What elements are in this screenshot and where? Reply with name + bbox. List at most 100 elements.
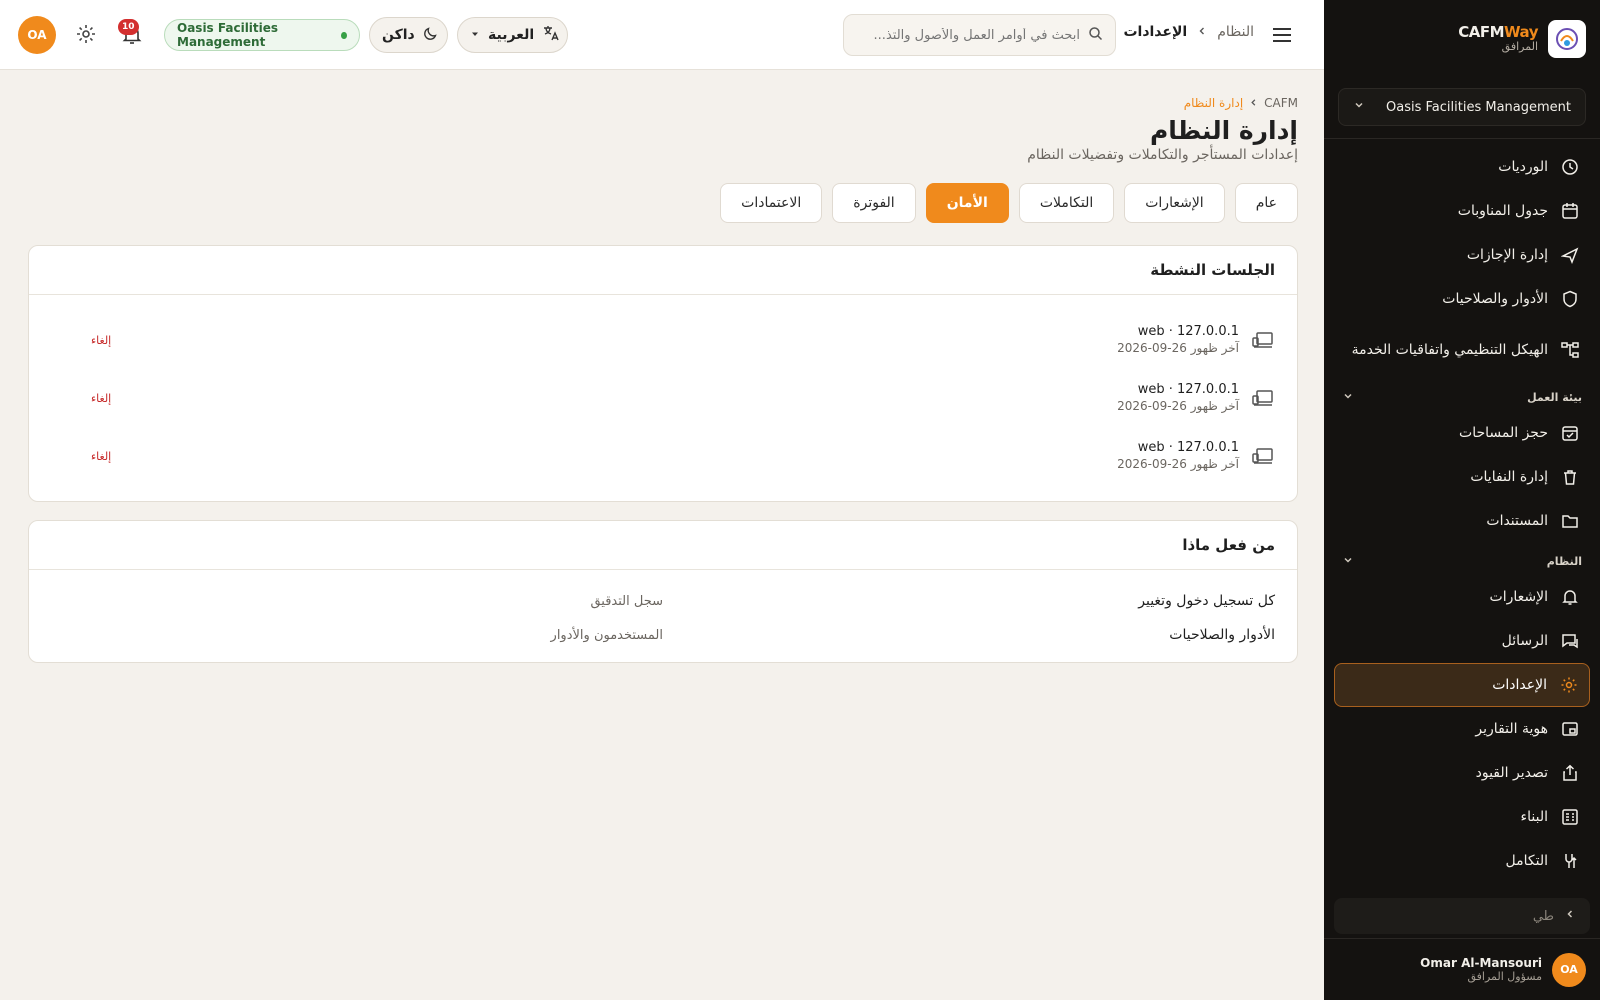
- gear-icon: [1559, 675, 1579, 695]
- breadcrumb-root[interactable]: CAFM: [1264, 96, 1298, 110]
- clock-icon: [1560, 157, 1580, 177]
- chevron-left-icon: [1197, 24, 1207, 40]
- tab-billing[interactable]: الفوترة: [832, 183, 916, 223]
- session-ip: web · 127.0.0.1: [1137, 324, 1239, 340]
- tab-integrations[interactable]: التكاملات: [1018, 183, 1115, 223]
- sidebar-item-label: تصدير القيود: [1475, 764, 1548, 781]
- devices-icon: [1251, 444, 1275, 468]
- org-status-badge[interactable]: Oasis Facilities Management: [164, 19, 360, 51]
- brand[interactable]: CAFMWay المرافق: [1324, 0, 1600, 78]
- sidebar-item-rota[interactable]: جدول المناوبات: [1334, 189, 1590, 233]
- session-last-seen: آخر ظهور 26-09-2026: [1117, 398, 1239, 413]
- brand-logo-icon: [1548, 20, 1586, 58]
- sidebar-item-label: الورديات: [1498, 158, 1548, 175]
- status-dot-icon: [341, 31, 347, 39]
- sidebar-item-messages[interactable]: الرسائل: [1334, 619, 1590, 663]
- build-icon: [1560, 807, 1580, 827]
- audit-item: كل تسجيل دخول وتغيير: [1138, 593, 1275, 609]
- sidebar-item-report-branding[interactable]: هوية التقارير: [1334, 707, 1590, 751]
- active-sessions-card: الجلسات النشطة web · 127.0.0.1 آخر ظهور …: [28, 245, 1298, 502]
- theme-label: داكن: [382, 27, 415, 43]
- breadcrumb: النظام الإعدادات: [1123, 24, 1254, 40]
- settings-gear-icon[interactable]: [75, 23, 99, 47]
- chevron-left-icon: [1249, 96, 1258, 110]
- sidebar-item-documents[interactable]: المستندات: [1334, 499, 1590, 543]
- sidebar-item-integration[interactable]: التكامل: [1334, 839, 1590, 883]
- group-label: النظام: [1546, 554, 1582, 568]
- menu-icon[interactable]: [1270, 24, 1294, 46]
- sidebar-collapse-button[interactable]: طي: [1334, 898, 1590, 934]
- sidebar-group-system[interactable]: النظام: [1334, 547, 1590, 575]
- avatar: OA: [1552, 952, 1586, 987]
- sidebar-group-workplace[interactable]: بيئة العمل: [1334, 383, 1590, 411]
- session-ip: web · 127.0.0.1: [1137, 440, 1239, 456]
- sidebar-item-label: الرسائل: [1501, 632, 1548, 649]
- session-ip: web · 127.0.0.1: [1137, 382, 1239, 398]
- shield-icon: [1560, 289, 1580, 309]
- audit-item: الأدوار والصلاحيات: [1169, 627, 1275, 643]
- sidebar-item-export-entries[interactable]: تصدير القيود: [1334, 751, 1590, 795]
- avatar[interactable]: OA: [18, 16, 56, 54]
- sidebar-item-label: التكامل: [1505, 852, 1548, 869]
- chevron-down-icon: [1353, 99, 1365, 115]
- sidebar-item-notifications[interactable]: الإشعارات: [1334, 575, 1590, 619]
- group-label: بيئة العمل: [1527, 390, 1582, 404]
- sidebar-item-shifts[interactable]: الورديات: [1334, 145, 1590, 189]
- revoke-session-button[interactable]: إلغاء: [91, 450, 111, 463]
- bell-icon: [1560, 587, 1580, 607]
- sidebar-item-space-booking[interactable]: حجز المساحات: [1334, 411, 1590, 455]
- search-box[interactable]: [843, 14, 1116, 56]
- search-input[interactable]: [856, 27, 1080, 43]
- user-profile[interactable]: OA Omar Al-Mansouri مسؤول المرافق: [1324, 938, 1600, 1000]
- breadcrumb-current: إدارة النظام: [1183, 96, 1244, 110]
- divider: [1324, 138, 1600, 139]
- chevron-left-icon: [1564, 908, 1576, 924]
- page-title: إدارة النظام: [1149, 116, 1298, 145]
- sidebar-item-label: الهيكل التنظيمي واتفاقيات الخدمة: [1351, 341, 1548, 358]
- revoke-session-button[interactable]: إلغاء: [91, 392, 111, 405]
- tab-general[interactable]: عام: [1234, 183, 1298, 223]
- audit-link[interactable]: سجل التدقيق: [590, 594, 663, 609]
- integration-icon: [1560, 851, 1580, 871]
- calendar-icon: [1560, 201, 1580, 221]
- export-icon: [1560, 763, 1580, 783]
- translate-icon: [542, 24, 560, 46]
- org-name: Oasis Facilities Management: [177, 21, 279, 49]
- page-subtitle: إعدادات المستأجر والتكاملات وتفضيلات الن…: [1027, 147, 1298, 163]
- sidebar-item-settings[interactable]: الإعدادات: [1334, 663, 1590, 707]
- session-row: web · 127.0.0.1 آخر ظهور 26-09-2026 إلغا…: [29, 427, 1297, 485]
- sidebar-item-label: حجز المساحات: [1459, 424, 1548, 441]
- sidebar-item-waste[interactable]: إدارة النفايات: [1334, 455, 1590, 499]
- sidebar-item-leave[interactable]: إدارة الإجازات: [1334, 233, 1590, 277]
- notification-count-badge: 10: [118, 19, 139, 35]
- sidebar-item-label: الأدوار والصلاحيات: [1442, 290, 1548, 307]
- breadcrumb-parent[interactable]: النظام: [1217, 24, 1254, 40]
- search-icon: [1088, 26, 1103, 45]
- sidebar-item-org-structure[interactable]: الهيكل التنظيمي واتفاقيات الخدمة: [1334, 321, 1590, 379]
- tenant-selector[interactable]: Oasis Facilities Management: [1338, 88, 1586, 126]
- trash-icon: [1560, 467, 1580, 487]
- sidebar-item-label: المستندات: [1486, 512, 1548, 529]
- sidebar-item-label: الإشعارات: [1489, 588, 1548, 605]
- sidebar-item-roles[interactable]: الأدوار والصلاحيات: [1334, 277, 1590, 321]
- collapse-label: طي: [1532, 908, 1554, 924]
- revoke-session-button[interactable]: إلغاء: [91, 334, 111, 347]
- sidebar-item-label: هوية التقارير: [1475, 720, 1548, 737]
- sidebar-item-build[interactable]: البناء: [1334, 795, 1590, 839]
- audit-row: كل تسجيل دخول وتغيير سجل التدقيق: [51, 584, 1275, 618]
- audit-card: من فعل ماذا كل تسجيل دخول وتغيير سجل الت…: [28, 520, 1298, 663]
- theme-toggle[interactable]: داكن: [369, 17, 448, 53]
- tab-notifications[interactable]: الإشعارات: [1124, 183, 1225, 223]
- breadcrumb-current: الإعدادات: [1123, 24, 1188, 40]
- language-selector[interactable]: العربية: [457, 17, 568, 53]
- sidebar: CAFMWay المرافق Oasis Facilities Managem…: [1324, 0, 1600, 1000]
- sidebar-item-label: إدارة النفايات: [1470, 468, 1548, 485]
- devices-icon: [1251, 328, 1275, 352]
- tab-approvals[interactable]: الاعتمادات: [720, 183, 823, 223]
- tab-security[interactable]: الأمان: [925, 183, 1009, 223]
- card-title: من فعل ماذا: [29, 521, 1297, 570]
- page-breadcrumb: CAFM إدارة النظام: [28, 96, 1298, 110]
- audit-link[interactable]: المستخدمون والأدوار: [551, 628, 663, 643]
- sidebar-item-label: إدارة الإجازات: [1466, 246, 1548, 263]
- chevron-down-icon: [1342, 390, 1354, 405]
